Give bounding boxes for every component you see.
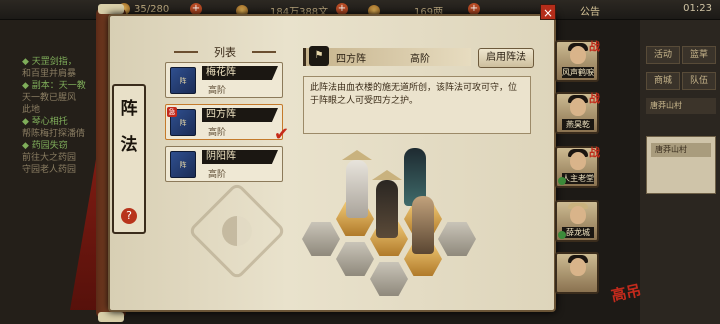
portrait-face	[570, 152, 586, 170]
formation-grade: 高阶	[208, 86, 227, 96]
yin-yang-icon	[222, 216, 252, 246]
location-item[interactable]: 唐莽山村	[651, 143, 711, 157]
formation-name: 梅花阵	[202, 66, 278, 80]
team-button[interactable]: 队伍	[682, 72, 716, 90]
party-portrait[interactable]: 战 风声鹤唳	[555, 40, 600, 82]
portrait-name: 风声鹤唳	[562, 67, 594, 78]
level-dot-icon	[558, 177, 566, 185]
formation-grade: 高阶	[208, 128, 227, 138]
formation-item-sifang[interactable]: 阵 急 四方阵 高阶	[165, 104, 283, 140]
party-portrait[interactable]: 战 燕昊乾	[555, 92, 600, 134]
game-logo-seal: 高吊	[609, 281, 643, 306]
formation-name: 阴阳阵	[202, 150, 278, 164]
list-title: 列表	[170, 44, 280, 60]
herb-button[interactable]: 篮草	[682, 46, 716, 64]
location-list: 唐莽山村	[646, 136, 716, 194]
manual-book-icon: 阵	[170, 67, 196, 94]
stamina-value: 35/280	[134, 3, 170, 15]
clock: 01:23	[683, 3, 712, 14]
roller-knob	[98, 312, 124, 322]
panel-title-ribbon: 阵 法 ?	[112, 84, 146, 234]
battle-badge-icon: 战	[589, 146, 600, 159]
new-badge: 急	[167, 107, 177, 117]
level-dot-icon	[558, 231, 566, 239]
formation-item-yinyang[interactable]: 阵 阴阳阵 高阶	[165, 146, 283, 182]
notice-link[interactable]: 公告	[580, 3, 600, 18]
detail-grade: 高阶	[410, 54, 430, 65]
portrait-face	[570, 98, 586, 116]
detail-header: ⚑ 四方阵 高阶	[303, 46, 471, 66]
detail-name: 四方阵	[336, 54, 366, 65]
shop-button[interactable]: 商城	[646, 72, 680, 90]
manual-book-icon: 阵	[170, 151, 196, 178]
battle-badge-icon: 战	[589, 92, 600, 105]
formation-flag-icon: ⚑	[309, 46, 329, 66]
formation-item-meihua[interactable]: 阵 梅花阵 高阶	[165, 62, 283, 98]
hero-figure[interactable]	[376, 180, 398, 238]
portrait-name: 燕昊乾	[562, 119, 594, 130]
roller-knob	[98, 4, 124, 14]
help-icon[interactable]: ?	[121, 208, 137, 224]
portrait-face	[570, 206, 586, 224]
party-portrait[interactable]	[555, 252, 599, 294]
hero-figure[interactable]	[412, 196, 434, 254]
portrait-name: 薛龙城	[562, 227, 594, 238]
party-portrait[interactable]: 薛龙城	[555, 200, 599, 242]
activity-button[interactable]: 活动	[646, 46, 680, 64]
enable-formation-button[interactable]: 启用阵法	[478, 48, 534, 68]
title-char: 阵	[120, 99, 138, 119]
formation-name: 四方阵	[202, 108, 278, 122]
battle-badge-icon: 战	[589, 40, 600, 53]
formation-grade: 高阶	[208, 170, 227, 180]
close-button[interactable]: ×	[540, 4, 556, 20]
title-char: 法	[120, 135, 138, 155]
right-sidebar: 活动 篮草 商城 队伍 唐莽山村 唐莽山村	[640, 20, 720, 324]
portrait-face	[570, 258, 586, 276]
portrait-face	[570, 46, 586, 64]
checkmark-icon: ✔	[274, 124, 290, 145]
hero-figure[interactable]	[346, 160, 368, 218]
portrait-name: 人主老堂	[562, 173, 594, 184]
location-label: 唐莽山村	[646, 98, 716, 114]
formation-description: 此阵法由血衣楼的施无道所创，该阵法可攻可守，位于阵眼之人可受四方之护。	[303, 76, 531, 134]
party-portrait[interactable]: 战 人主老堂	[555, 146, 600, 188]
